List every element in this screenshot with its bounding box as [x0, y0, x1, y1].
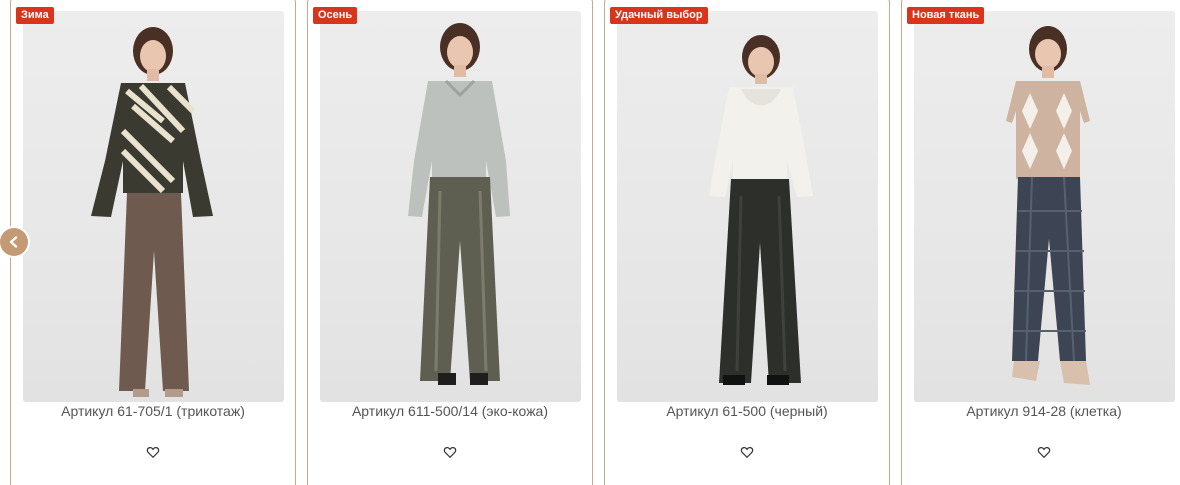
heart-outline-icon[interactable] [146, 445, 160, 459]
heart-outline-icon[interactable] [740, 445, 754, 459]
product-title[interactable]: Артикул 61-500 (черный) [605, 403, 889, 419]
season-badge: Новая ткань [907, 7, 985, 24]
carousel-prev-button[interactable] [0, 228, 28, 256]
product-photo[interactable] [23, 11, 284, 402]
product-title[interactable]: Артикул 914-28 (клетка) [902, 403, 1180, 419]
heart-outline-icon[interactable] [1037, 445, 1051, 459]
heart-outline-icon[interactable] [443, 445, 457, 459]
product-photo[interactable] [320, 11, 581, 402]
product-card[interactable]: Зима Артикул 61-705/1 (трикотаж) [10, 0, 296, 485]
model-figure [408, 23, 510, 385]
model-figure [91, 27, 213, 397]
chevron-left-icon [9, 236, 18, 248]
product-title[interactable]: Артикул 61-705/1 (трикотаж) [11, 403, 295, 419]
product-photo[interactable] [617, 11, 878, 402]
product-title[interactable]: Артикул 611-500/14 (эко-кожа) [308, 403, 592, 419]
product-card[interactable]: Удачный выбор Артикул 61-500 (черный) [604, 0, 890, 485]
product-card[interactable]: Осень Артикул 611-500/14 (эко-кожа) [307, 0, 593, 485]
season-badge: Зима [16, 7, 54, 24]
product-card[interactable]: Новая ткань Артикул 914-28 (клетка) [901, 0, 1180, 485]
product-carousel: Зима Артикул 61-705/1 (трикотаж) Осень А… [0, 0, 1180, 485]
product-photo[interactable] [914, 11, 1175, 402]
model-figure [1006, 26, 1090, 385]
model-figure [709, 35, 813, 385]
season-badge: Осень [313, 7, 358, 24]
season-badge: Удачный выбор [610, 7, 708, 24]
